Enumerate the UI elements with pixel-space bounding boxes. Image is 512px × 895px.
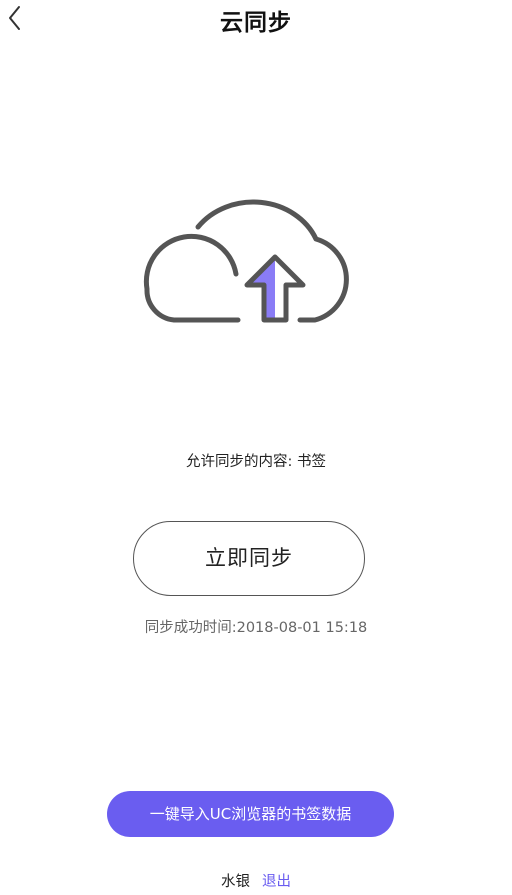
header-bar: 云同步 — [0, 0, 512, 36]
import-uc-bookmarks-button[interactable]: 一键导入UC浏览器的书签数据 — [107, 791, 394, 837]
allowed-content-text: 允许同步的内容: 书签 — [186, 454, 326, 470]
last-sync-time: 同步成功时间:2018-08-01 15:18 — [144, 620, 368, 636]
cloud-upload-illustration — [142, 184, 362, 330]
username: 水银 — [221, 874, 250, 890]
page-title: 云同步 — [220, 10, 292, 36]
account-row: 水银 退出 — [0, 870, 512, 891]
cloud-upload-icon — [143, 199, 349, 323]
logout-link[interactable]: 退出 — [262, 874, 291, 890]
sync-now-button[interactable]: 立即同步 — [133, 521, 365, 596]
